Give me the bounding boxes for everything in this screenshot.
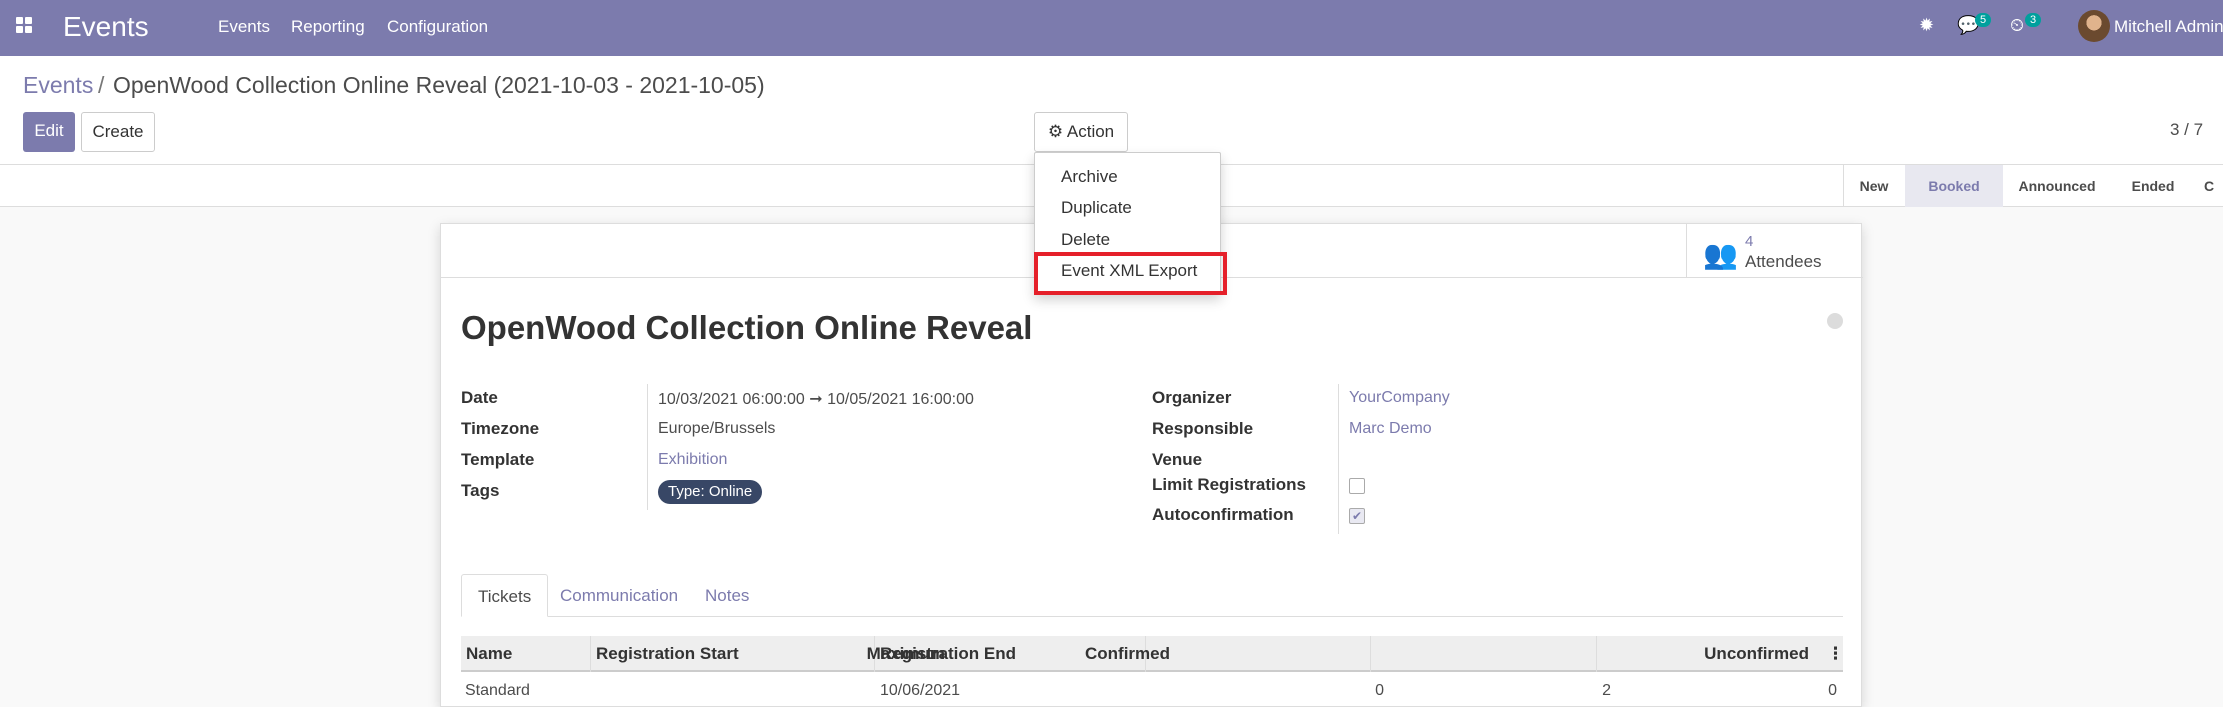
ticket-unconfirmed[interactable]: 0 [1828, 682, 1837, 700]
stage-announced[interactable]: Announced [2003, 165, 2111, 207]
tag-type-online[interactable]: Type: Online [658, 480, 763, 504]
pager-value[interactable]: 3 / 7 [2170, 120, 2203, 140]
create-button[interactable]: Create [81, 112, 155, 152]
responsible-value[interactable]: Marc Demo [1349, 420, 1432, 438]
control-panel: Events / OpenWood Collection Online Reve… [0, 56, 2223, 165]
menu-archive[interactable]: Archive [1061, 167, 1118, 187]
attendees-button[interactable]: 👥 4 Attendees [1686, 224, 1862, 278]
ticket-maximum[interactable]: 0 [1375, 682, 1384, 700]
col-maximum[interactable]: Maximum [867, 636, 945, 672]
breadcrumb-separator: / [98, 72, 105, 98]
breadcrumb-current: OpenWood Collection Online Reveal (2021-… [113, 72, 765, 98]
tab-notes[interactable]: Notes [705, 574, 749, 617]
user-name[interactable]: Mitchell Admin [2114, 17, 2223, 37]
app-title[interactable]: Events [63, 11, 149, 43]
col-unconfirmed[interactable]: Unconfirmed [1704, 636, 1809, 672]
activities-badge: 3 [2025, 13, 2041, 27]
template-value[interactable]: Exhibition [658, 451, 727, 469]
event-title: OpenWood Collection Online Reveal [461, 309, 1033, 346]
limit-registrations-label: Limit Registrations [1152, 475, 1306, 494]
responsible-label: Responsible [1152, 419, 1254, 438]
users-icon: 👥 [1703, 239, 1738, 270]
edit-button[interactable]: Edit [23, 112, 75, 152]
action-label: Action [1066, 122, 1115, 141]
menu-reporting[interactable]: Reporting [291, 17, 365, 37]
autoconfirmation-label: Autoconfirmation [1152, 505, 1294, 524]
timezone-value[interactable]: Europe/Brussels [658, 420, 775, 438]
status-dot[interactable] [1827, 313, 1843, 329]
ticket-confirmed[interactable]: 2 [1602, 682, 1611, 700]
highlight-box [1034, 252, 1227, 295]
autoconfirmation-checkbox[interactable]: ✔ [1349, 508, 1365, 524]
stage-cancelled[interactable]: C [2195, 165, 2223, 207]
tab-tickets[interactable]: Tickets [461, 574, 549, 617]
ticket-registration-end[interactable]: 10/06/2021 [880, 682, 960, 700]
menu-configuration[interactable]: Configuration [387, 17, 488, 37]
venue-label: Venue [1152, 450, 1203, 469]
column-options-icon[interactable]: ⋮ [1827, 636, 1844, 672]
attendees-label: Attendees [1745, 252, 1822, 271]
date-value[interactable]: 10/03/2021 06:00:00 ➞ 10/05/2021 16:00:0… [658, 389, 974, 409]
stage-booked[interactable]: Booked [1905, 165, 2003, 207]
top-navbar: Events Events Reporting Configuration ✹ … [0, 0, 2223, 56]
menu-delete[interactable]: Delete [1061, 230, 1110, 250]
col-registration-start[interactable]: Registration Start [596, 636, 739, 672]
messages-badge: 5 [1975, 13, 1991, 27]
timezone-label: Timezone [461, 419, 540, 438]
col-confirmed-label[interactable]: Confirmed [1085, 636, 1170, 672]
tags-label: Tags [461, 481, 500, 500]
organizer-value[interactable]: YourCompany [1349, 389, 1450, 407]
attendees-count: 4 [1745, 233, 1754, 250]
organizer-label: Organizer [1152, 388, 1232, 407]
form-sheet: 👥 4 Attendees OpenWood Collection Online… [440, 223, 1863, 707]
avatar[interactable] [2078, 10, 2110, 42]
gear-icon: ⚙ [1047, 122, 1064, 141]
limit-registrations-checkbox[interactable] [1349, 478, 1365, 494]
clock-icon[interactable]: ⏲ [2010, 15, 2024, 36]
tickets-table-header: Name Registration Start Registration End… [461, 636, 1844, 672]
stage-ended[interactable]: Ended [2111, 165, 2195, 207]
menu-events[interactable]: Events [218, 17, 270, 37]
stage-new[interactable]: New [1843, 165, 1905, 207]
menu-duplicate[interactable]: Duplicate [1061, 198, 1132, 218]
apps-grid-icon[interactable] [16, 17, 32, 33]
date-label: Date [461, 388, 498, 407]
tab-communication[interactable]: Communication [560, 574, 678, 617]
action-button[interactable]: ⚙ Action [1034, 112, 1128, 152]
col-name[interactable]: Name [466, 636, 512, 672]
bug-icon[interactable]: ✹ [1919, 15, 1934, 36]
ticket-name[interactable]: Standard [465, 682, 530, 700]
template-label: Template [461, 450, 535, 469]
breadcrumb-events[interactable]: Events [23, 72, 93, 99]
